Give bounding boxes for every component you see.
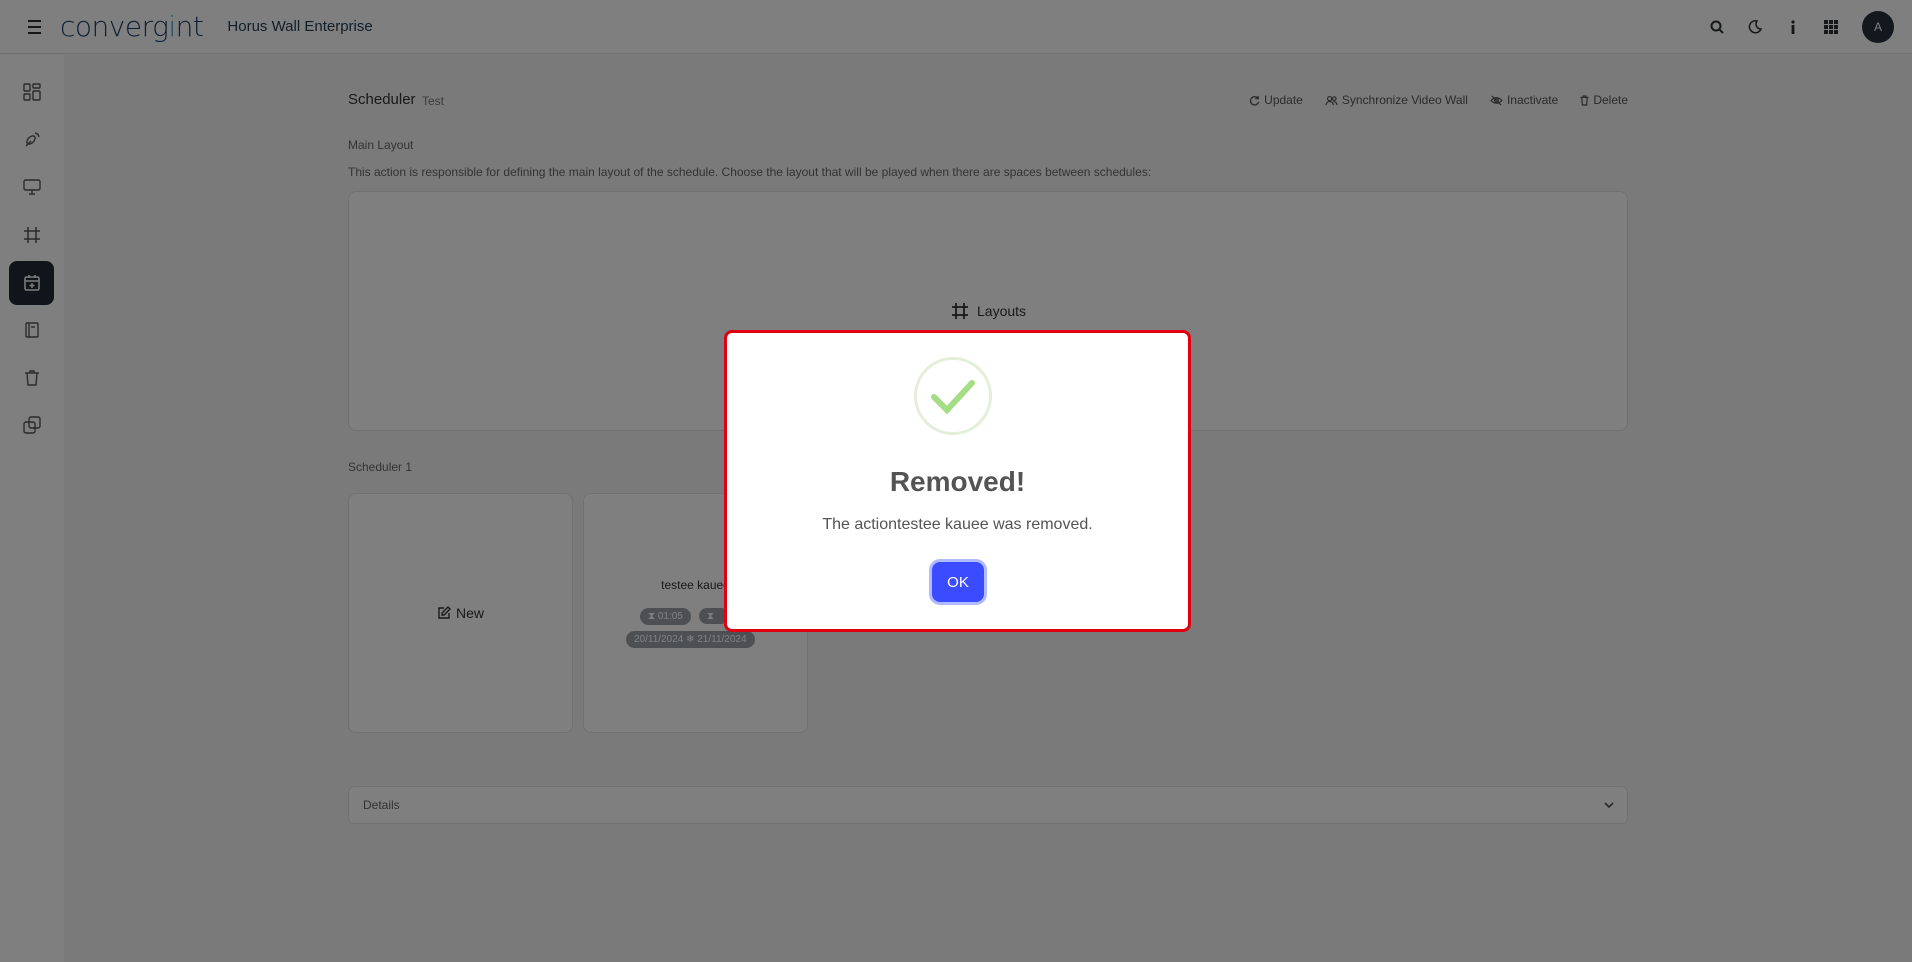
success-dialog: Removed! The actiontestee kauee was remo… [724, 330, 1191, 632]
ok-button[interactable]: OK [932, 562, 984, 602]
checkmark-icon [914, 357, 992, 435]
dialog-title: Removed! [889, 466, 1026, 497]
dialog-message: The actiontestee kauee was removed. [822, 516, 1093, 533]
